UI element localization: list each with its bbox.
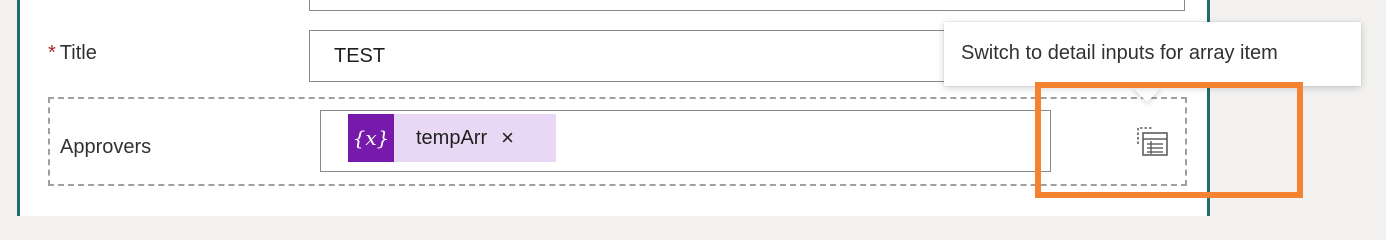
tooltip: Switch to detail inputs for array item <box>944 22 1361 86</box>
required-marker: * <box>48 42 56 64</box>
title-label-text: Title <box>59 42 97 64</box>
annotation-highlight-box <box>1035 82 1303 198</box>
variable-icon: {x} <box>348 114 394 162</box>
dynamic-content-token[interactable]: {x} tempArr × <box>348 114 556 162</box>
previous-field-input[interactable] <box>309 0 1185 11</box>
left-background <box>0 0 17 208</box>
title-field-label: * Title <box>48 42 97 65</box>
approvers-field-label: Approvers <box>60 136 152 158</box>
token-remove-icon[interactable]: × <box>501 125 514 151</box>
token-label: tempArr <box>416 126 488 149</box>
